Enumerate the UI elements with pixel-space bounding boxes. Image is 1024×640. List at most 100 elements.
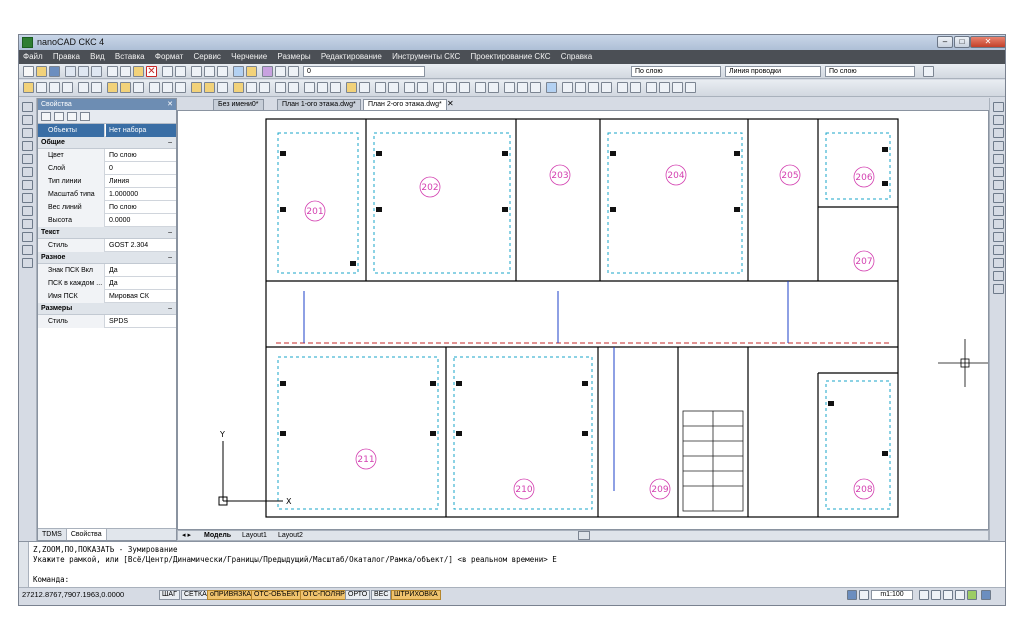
ellipse-tool-icon[interactable] — [22, 180, 33, 190]
doc-tab-floor1[interactable]: План 1-ого этажа.dwg* — [277, 99, 361, 110]
plot-icon[interactable] — [91, 66, 102, 77]
layers-icon[interactable] — [262, 66, 273, 77]
scs-tool-icon[interactable] — [546, 82, 557, 93]
doc-tab-close-icon[interactable]: ✕ — [447, 99, 454, 108]
prop-row-ucs-icon[interactable]: Знак ПСК Вкл Да — [38, 264, 176, 277]
offset-tool-icon[interactable] — [993, 141, 1004, 151]
scs-tool-icon[interactable] — [133, 82, 144, 93]
copy-tool-icon[interactable] — [993, 115, 1004, 125]
print-icon[interactable] — [65, 66, 76, 77]
scs-tool-icon[interactable] — [23, 82, 34, 93]
section-dimensions[interactable]: Размеры – — [38, 303, 176, 315]
tab-nav-arrows[interactable]: ◂ ▸ — [182, 531, 191, 541]
section-general[interactable]: Общие – — [38, 137, 176, 149]
scs-tool-icon[interactable] — [36, 82, 47, 93]
menu-insert[interactable]: Вставка — [111, 50, 149, 64]
maximize-button[interactable]: □ — [954, 36, 970, 48]
refresh-icon[interactable] — [967, 590, 977, 600]
text-tool-icon[interactable] — [22, 219, 33, 229]
scs-tool-icon[interactable] — [175, 82, 186, 93]
prop-row-linetype[interactable]: Тип линии Линия — [38, 175, 176, 188]
scs-tool-icon[interactable] — [617, 82, 628, 93]
minimize-button[interactable]: – — [937, 36, 953, 48]
horizontal-scrollbar-thumb[interactable] — [578, 531, 590, 540]
zoom-status-icon[interactable] — [931, 590, 941, 600]
cut-icon[interactable] — [107, 66, 118, 77]
scs-tool-icon[interactable] — [149, 82, 160, 93]
menu-view[interactable]: Вид — [86, 50, 108, 64]
prop-row-layer[interactable]: Слой 0 — [38, 162, 176, 175]
section-text[interactable]: Текст – — [38, 227, 176, 239]
status-grid-button[interactable]: СЕТКА — [181, 590, 210, 600]
prop-row-text-style[interactable]: Стиль GOST 2.304 — [38, 239, 176, 252]
scs-tool-icon[interactable] — [204, 82, 215, 93]
fullscreen-icon[interactable] — [981, 590, 991, 600]
trim-tool-icon[interactable] — [993, 219, 1004, 229]
scs-tool-icon[interactable] — [672, 82, 683, 93]
status-ortho-button[interactable]: ОРТО — [345, 590, 371, 600]
menu-scs-tools[interactable]: Инструменты СКС — [388, 50, 464, 64]
spline-tool-icon[interactable] — [22, 193, 33, 203]
copy-icon[interactable] — [120, 66, 131, 77]
table-tool-icon[interactable] — [22, 258, 33, 268]
prop-row-ucs-viewport[interactable]: ПСК в каждом ... Да — [38, 277, 176, 290]
mirror-tool-icon[interactable] — [993, 128, 1004, 138]
selection-row[interactable]: Объекты Нет набора — [38, 124, 176, 137]
scs-tool-icon[interactable] — [191, 82, 202, 93]
scs-tool-icon[interactable] — [288, 82, 299, 93]
layer-combo[interactable]: 0 — [303, 66, 425, 77]
line-tool-icon[interactable] — [22, 102, 33, 112]
paste-icon[interactable] — [133, 66, 144, 77]
scs-tool-icon[interactable] — [246, 82, 257, 93]
scs-tool-icon[interactable] — [62, 82, 73, 93]
scs-tool-icon[interactable] — [417, 82, 428, 93]
scs-tool-icon[interactable] — [646, 82, 657, 93]
orbit-icon[interactable] — [955, 590, 965, 600]
break-tool-icon[interactable] — [993, 245, 1004, 255]
hatch-tool-icon[interactable] — [22, 206, 33, 216]
tab-layout2[interactable]: Layout2 — [278, 531, 303, 541]
polyline-tool-icon[interactable] — [22, 115, 33, 125]
lineweight-combo[interactable]: По слою — [825, 66, 915, 77]
menu-scs-design[interactable]: Проектирование СКС — [467, 50, 555, 64]
scs-tool-icon[interactable] — [346, 82, 357, 93]
status-polar-button[interactable]: ОТС-ПОЛЯР — [300, 590, 348, 600]
scs-tool-icon[interactable] — [388, 82, 399, 93]
close-window-button[interactable]: ✕ — [970, 36, 1005, 48]
scs-tool-icon[interactable] — [517, 82, 528, 93]
select-objects-icon[interactable] — [41, 112, 51, 121]
stretch-tool-icon[interactable] — [993, 206, 1004, 216]
chamfer-tool-icon[interactable] — [993, 258, 1004, 268]
layer-manager-icon[interactable] — [275, 66, 286, 77]
prop-row-lineweight[interactable]: Вес линий По слою — [38, 201, 176, 214]
scs-tool-icon[interactable] — [475, 82, 486, 93]
scs-tool-icon[interactable] — [504, 82, 515, 93]
pan-status-icon[interactable] — [919, 590, 929, 600]
scs-tool-icon[interactable] — [530, 82, 541, 93]
status-hatch-button[interactable]: ШТРИХОВКА — [391, 590, 441, 600]
status-otrack-button[interactable]: ОТС-ОБЪЕКТ — [251, 590, 303, 600]
viewport-icon[interactable] — [859, 590, 869, 600]
menu-modify[interactable]: Редактирование — [317, 50, 386, 64]
scs-tool-icon[interactable] — [601, 82, 612, 93]
status-snap-button[interactable]: ШАГ — [159, 590, 180, 600]
menu-dimensions[interactable]: Размеры — [273, 50, 314, 64]
section-misc[interactable]: Разное – — [38, 252, 176, 264]
toolbar-options-icon[interactable] — [923, 66, 934, 77]
scs-tool-icon[interactable] — [217, 82, 228, 93]
scs-tool-icon[interactable] — [120, 82, 131, 93]
prop-row-color[interactable]: Цвет По слою — [38, 149, 176, 162]
scs-tool-icon[interactable] — [233, 82, 244, 93]
scale-tool-icon[interactable] — [993, 193, 1004, 203]
prop-row-dim-style[interactable]: Стиль SPDS — [38, 315, 176, 328]
prop-row-ucs-name[interactable]: Имя ПСК Мировая СК — [38, 290, 176, 303]
panel-options-icon[interactable] — [80, 112, 90, 121]
save-icon[interactable] — [49, 66, 60, 77]
doc-tab-untitled[interactable]: Без имени0* — [213, 99, 264, 110]
linetype-combo[interactable]: Линия проводки — [725, 66, 821, 77]
tab-tdms[interactable]: TDMS — [38, 529, 67, 540]
scs-tool-icon[interactable] — [575, 82, 586, 93]
quick-select-icon[interactable] — [54, 112, 64, 121]
scs-tool-icon[interactable] — [91, 82, 102, 93]
scs-tool-icon[interactable] — [78, 82, 89, 93]
